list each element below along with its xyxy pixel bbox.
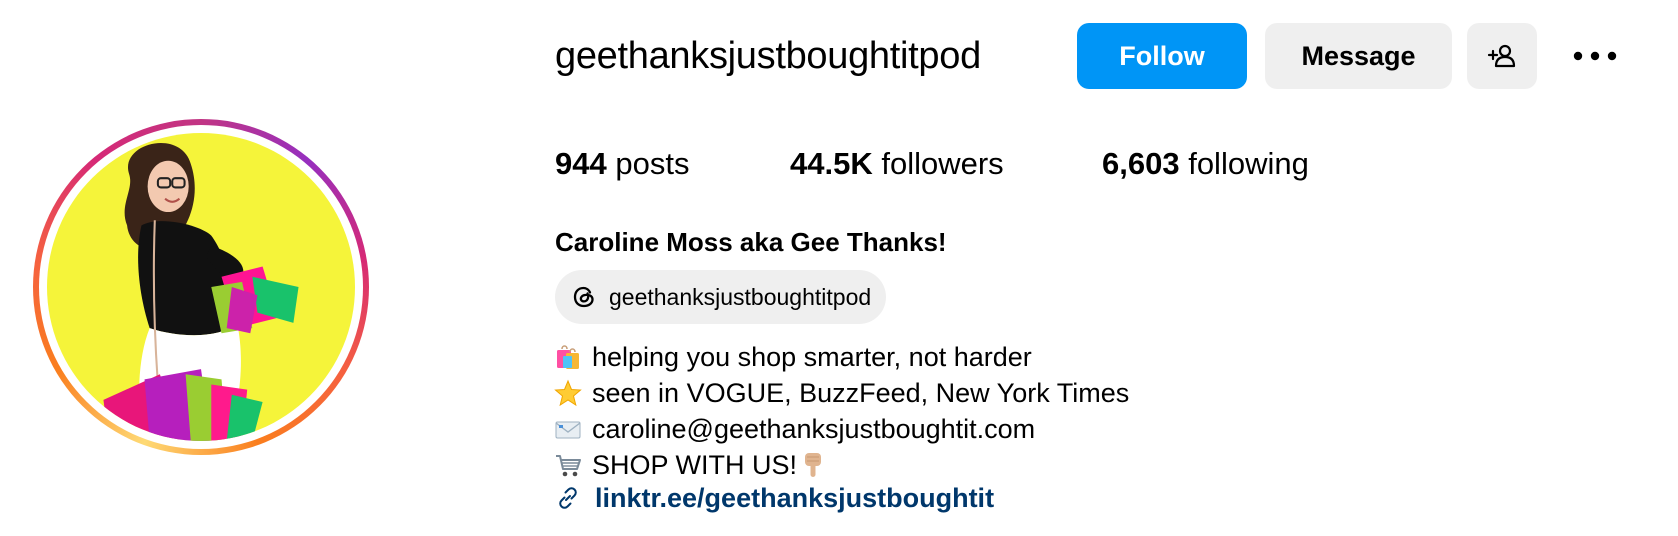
bio-text: seen in VOGUE, BuzzFeed, New York Times: [592, 378, 1130, 408]
bio-line: seen in VOGUE, BuzzFeed, New York Times: [553, 375, 1129, 411]
posts-stat: 944 posts: [555, 142, 689, 186]
followers-count: 44.5K: [790, 146, 873, 181]
bio-text: caroline@geethanksjustboughtit.com: [592, 414, 1036, 444]
message-button[interactable]: Message: [1265, 23, 1452, 89]
shopping-bags-icon: [553, 342, 583, 372]
posts-label: posts: [615, 146, 690, 181]
more-options-icon: [1573, 51, 1617, 61]
profile-username: geethanksjustboughtitpod: [555, 35, 981, 77]
pointing-down-icon: [799, 450, 827, 480]
link-icon: [553, 483, 583, 513]
avatar-story-ring[interactable]: [33, 119, 369, 455]
threads-icon: [569, 282, 599, 312]
envelope-icon: [553, 414, 583, 444]
profile-full-name: Caroline Moss aka Gee Thanks!: [555, 227, 947, 257]
threads-handle: geethanksjustboughtitpod: [609, 283, 872, 310]
following-stat[interactable]: 6,603 following: [1102, 142, 1309, 186]
bio-line: caroline@geethanksjustboughtit.com: [553, 411, 1035, 447]
followers-stat[interactable]: 44.5K followers: [790, 142, 1004, 186]
avatar-ring-gap: [39, 125, 363, 449]
threads-badge[interactable]: geethanksjustboughtitpod: [555, 270, 887, 324]
link-text: linktr.ee/geethanksjustboughtit: [595, 483, 995, 513]
bio-text: SHOP WITH US!: [592, 450, 798, 480]
follow-button[interactable]: Follow: [1077, 23, 1247, 89]
star-icon: [553, 378, 583, 408]
suggested-accounts-button[interactable]: [1467, 23, 1537, 89]
following-label: following: [1188, 146, 1309, 181]
following-count: 6,603: [1102, 146, 1180, 181]
bio-line: SHOP WITH US!: [553, 447, 827, 483]
avatar[interactable]: [47, 133, 355, 441]
bio-text: helping you shop smarter, not harder: [592, 342, 1032, 372]
add-person-icon: [1487, 44, 1516, 68]
bio-line: helping you shop smarter, not harder: [553, 339, 1032, 375]
posts-count: 944: [555, 146, 607, 181]
followers-label: followers: [881, 146, 1004, 181]
shopping-cart-icon: [553, 450, 583, 480]
external-link[interactable]: linktr.ee/geethanksjustboughtit: [553, 480, 994, 516]
profile-photo: [47, 133, 355, 441]
more-options-button[interactable]: [1565, 35, 1625, 77]
